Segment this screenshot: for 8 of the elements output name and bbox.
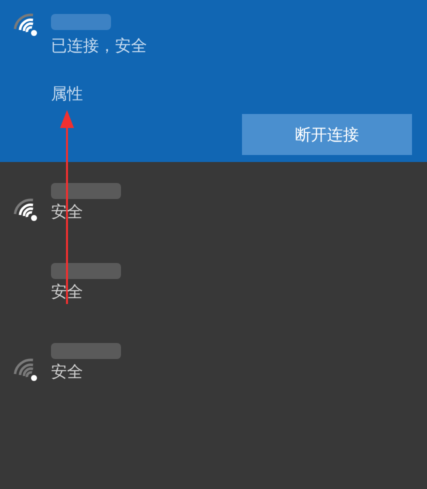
properties-link[interactable]: 属性 [51, 82, 83, 106]
network-item[interactable]: 安全 [12, 322, 427, 402]
redaction-mark [51, 343, 121, 359]
security-label: 安全 [51, 361, 84, 383]
redaction-mark [51, 183, 121, 199]
redaction-mark [51, 14, 111, 30]
connection-status: 已连接，安全 [51, 35, 147, 57]
redaction-mark [51, 263, 121, 279]
